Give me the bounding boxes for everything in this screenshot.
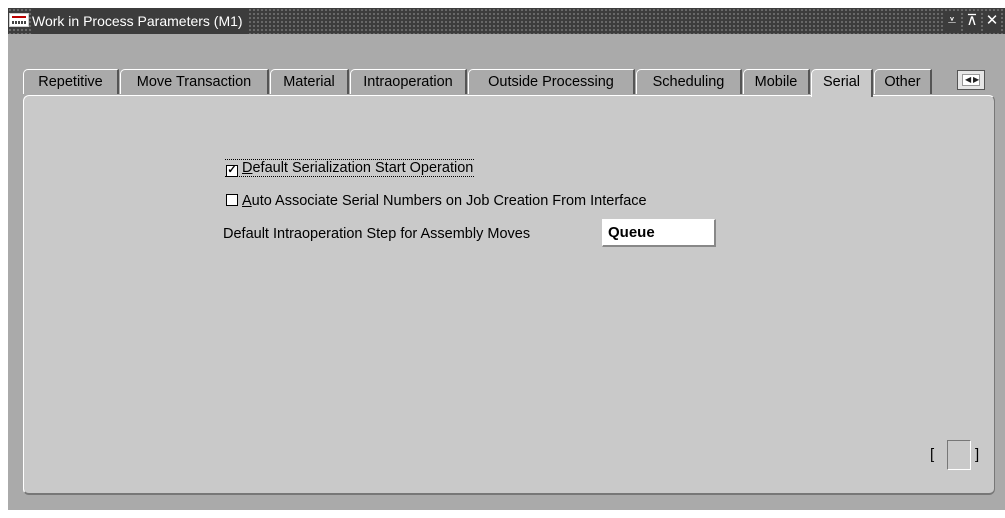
scroll-right-arrow-icon: ▶ [973,75,980,84]
tab-scroll-icon[interactable]: ◀ ▶ [957,70,985,90]
scroll-left-arrow-icon: ◀ [965,75,972,84]
record-indicator[interactable] [947,440,971,470]
serial-tab-panel: ✓ Default Serialization Start Operation A… [23,95,995,495]
tab-mobile[interactable]: Mobile [743,69,810,94]
auto-associate-serial-numbers-checkbox[interactable]: Auto Associate Serial Numbers on Job Cre… [226,191,647,211]
tab-intraoperation[interactable]: Intraoperation [350,69,467,94]
default-intraoperation-step-field[interactable]: Queue [602,219,716,247]
default-serialization-start-operation-label: Default Serialization Start Operation [242,160,474,176]
default-intraoperation-step-label: Default Intraoperation Step for Assembly… [223,226,531,242]
focus-outline: ✓ Default Serialization Start Operation [225,159,475,177]
window-title-bar[interactable]: Work in Process Parameters (M1) ⩡ ⊼ ✕ [8,8,1005,34]
minimize-icon[interactable]: ⩡ [943,11,961,31]
tab-move-transaction[interactable]: Move Transaction [120,69,269,94]
tab-serial[interactable]: Serial [811,69,873,97]
form-window: Work in Process Parameters (M1) ⩡ ⊼ ✕ Re… [8,8,1005,510]
window-title: Work in Process Parameters (M1) [32,8,249,34]
tab-outside-processing[interactable]: Outside Processing [468,69,635,94]
tab-material[interactable]: Material [270,69,349,94]
oracle-app-icon [9,13,29,27]
tab-scheduling[interactable]: Scheduling [636,69,742,94]
close-icon[interactable]: ✕ [983,11,1001,31]
auto-associate-serial-numbers-label: Auto Associate Serial Numbers on Job Cre… [242,193,647,209]
checkbox-unchecked-icon[interactable] [226,194,238,206]
tab-other[interactable]: Other [874,69,932,94]
default-serialization-start-operation-checkbox[interactable]: ✓ Default Serialization Start Operation [225,158,475,178]
record-indicator-right-bracket: ] [975,446,980,463]
tab-repetitive[interactable]: Repetitive [23,69,119,94]
record-indicator-left-bracket: [ [930,446,935,463]
checkbox-checked-icon[interactable]: ✓ [226,165,238,177]
maximize-icon[interactable]: ⊼ [963,11,981,31]
